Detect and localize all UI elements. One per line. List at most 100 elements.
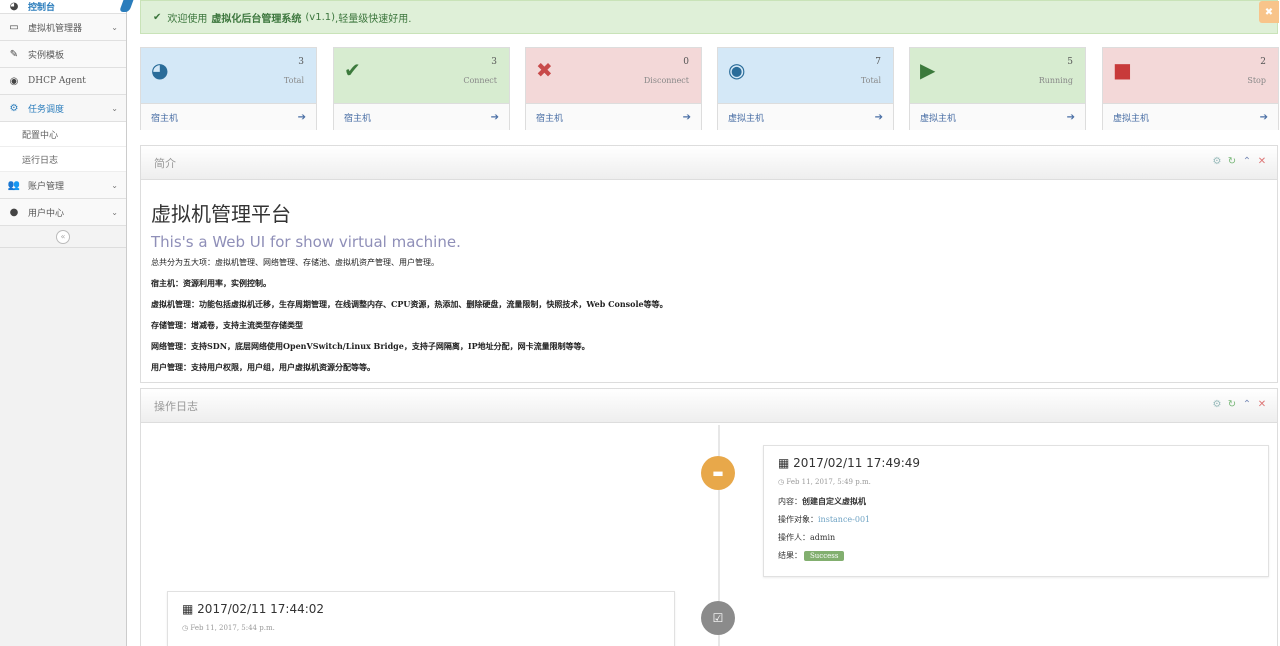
timeline-entry: ▦ 2017/02/11 17:44:02 ◷ Feb 11, 2017, 5:… — [167, 591, 675, 646]
arrow-right-icon: ➔ — [490, 111, 499, 123]
stat-card-body: ✖ 0 Disconnect — [526, 48, 701, 103]
sidebar-subitem-run-log[interactable]: 运行日志 — [0, 147, 126, 172]
clock-icon: ◷ — [182, 624, 189, 632]
chevron-up-icon[interactable]: ⌃ — [1242, 156, 1252, 167]
entry-date: ▦ 2017/02/11 17:44:02 — [182, 602, 325, 616]
panel-header: 简介 ⚙ ↻ ⌃ ✕ — [141, 146, 1277, 180]
play-circle-icon: ▶ — [920, 58, 936, 82]
alert-version: (v1.1) — [305, 11, 336, 23]
dashboard-icon: ◕ — [9, 1, 19, 12]
sidebar-collapse: « — [0, 226, 126, 248]
stat-card-link[interactable]: 宿主机 ➔ — [334, 103, 509, 130]
panel-toolbar: ⚙ ↻ ⌃ ✕ — [1212, 156, 1267, 167]
intro-body: 虚拟机管理平台 This's a Web UI for show virtual… — [141, 180, 1277, 373]
sidebar-item-dashboard[interactable]: ◕ 控制台 — [0, 0, 135, 14]
arrow-right-icon: ➔ — [682, 111, 691, 123]
stat-card-body: ■ 2 Stop — [1103, 48, 1278, 103]
stat-card: ◉ 7 Total 虚拟主机 ➔ — [717, 47, 894, 130]
stat-card-link[interactable]: 宿主机 ➔ — [526, 103, 701, 130]
stat-count: 2 — [1260, 57, 1266, 67]
stat-card: ▶ 5 Running 虚拟主机 ➔ — [909, 47, 1086, 130]
sidebar-item-user-center[interactable]: ● 用户中心 ⌄ — [0, 199, 126, 226]
stat-card-link[interactable]: 宿主机 ➔ — [141, 103, 316, 130]
intro-line: 宿主机：资源利用率，实例控制。 — [151, 278, 271, 288]
chevron-down-icon: ⌄ — [111, 22, 118, 32]
sidebar-item-vm-manager[interactable]: ▭ 虚拟机管理器 ⌄ — [0, 14, 126, 41]
gear-icon[interactable]: ⚙ — [1212, 156, 1222, 167]
panel-header: 操作日志 ⚙ ↻ ⌃ ✕ — [141, 389, 1277, 423]
alert-brand: 虚拟化后台管理系统 — [211, 13, 302, 25]
sidebar-item-label: 实例模板 — [28, 50, 65, 61]
check-square-icon: ☑ — [712, 611, 724, 625]
sidebar-item-label: 控制台 — [28, 3, 56, 13]
active-marker — [119, 0, 135, 12]
stat-link-label: 宿主机 — [536, 113, 564, 124]
stat-card-body: ◉ 7 Total — [718, 48, 893, 103]
chevron-up-icon[interactable]: ⌃ — [1242, 399, 1252, 410]
sidebar-subitem-config-center[interactable]: 配置中心 — [0, 122, 126, 147]
welcome-alert: ✔ 欢迎使用 虚拟化后台管理系统 (v1.1) ,轻量级快速好用. ✖ — [140, 0, 1279, 34]
clock-icon: ◷ — [778, 478, 785, 486]
main-content: ✔ 欢迎使用 虚拟化后台管理系统 (v1.1) ,轻量级快速好用. ✖ ◕ 3 To… — [140, 0, 1280, 646]
sidebar-item-label: 虚拟机管理器 — [28, 23, 83, 34]
dashboard-icon: ◕ — [151, 58, 169, 82]
stat-link-label: 虚拟主机 — [920, 113, 957, 124]
timeline-badge: ▬ — [701, 456, 735, 490]
collapse-sidebar-button[interactable]: « — [56, 229, 70, 244]
panel-title: 简介 — [154, 156, 176, 170]
desktop-icon: ▭ — [9, 21, 19, 33]
target-link[interactable]: instance-001 — [818, 515, 870, 524]
entry-result: 结果： Success — [778, 550, 1254, 561]
intro-title: 虚拟机管理平台 — [151, 202, 291, 226]
check-icon: ✔ — [344, 58, 361, 82]
chevron-down-icon: ⌄ — [111, 207, 118, 217]
stat-card-link[interactable]: 虚拟主机 ➔ — [718, 103, 893, 130]
stat-card: ■ 2 Stop 虚拟主机 ➔ — [1102, 47, 1279, 130]
stat-card-body: ◕ 3 Total — [141, 48, 316, 103]
chevron-down-icon: ⌄ — [111, 180, 118, 190]
stat-card-link[interactable]: 虚拟主机 ➔ — [1103, 103, 1278, 130]
sidebar-item-dhcp-agent[interactable]: ◉ DHCP Agent — [0, 68, 126, 95]
globe-icon: ◉ — [728, 58, 746, 82]
intro-line: 网络管理：支持SDN，底层网络使用OpenVSwitch/Linux Bridg… — [151, 341, 590, 351]
cogs-icon: ⚙ — [9, 102, 19, 114]
intro-panel: 简介 ⚙ ↻ ⌃ ✕ 虚拟机管理平台 This's a Web UI for s… — [140, 145, 1278, 383]
entry-time: ◷ Feb 11, 2017, 5:44 p.m. — [182, 624, 275, 632]
sidebar: ◕ 控制台 ▭ 虚拟机管理器 ⌄ ✎ 实例模板 ◉ DHCP Agent ⚙ 任… — [0, 0, 135, 646]
stat-card: ◕ 3 Total 宿主机 ➔ — [140, 47, 317, 130]
entry-time: ◷ Feb 11, 2017, 5:49 p.m. — [778, 478, 871, 486]
stat-card-link[interactable]: 虚拟主机 ➔ — [910, 103, 1085, 130]
sidebar-item-accounts[interactable]: 👥 账户管理 ⌄ — [0, 172, 126, 199]
panel-title: 操作日志 — [154, 399, 198, 413]
times-icon: ✖ — [536, 58, 553, 82]
intro-line: 存储管理：增减卷，支持主流类型存储类型 — [151, 320, 303, 330]
sidebar-item-templates[interactable]: ✎ 实例模板 — [0, 41, 126, 68]
stat-label: Running — [1038, 76, 1073, 85]
sidebar-subitem-label: 运行日志 — [22, 155, 59, 166]
intro-subtitle: This's a Web UI for show virtual machine… — [151, 233, 461, 251]
gear-icon[interactable]: ⚙ — [1212, 399, 1222, 410]
intro-line: 用户管理：支持用户权限，用户组，用户虚拟机资源分配等等。 — [151, 362, 375, 372]
stat-link-label: 虚拟主机 — [1113, 113, 1150, 124]
arrow-right-icon: ➔ — [1066, 111, 1075, 123]
globe-icon: ◉ — [9, 75, 19, 87]
arrow-right-icon: ➔ — [874, 111, 883, 123]
timeline-badge: ☑ — [701, 601, 735, 635]
check-icon: ✔ — [153, 11, 162, 23]
sidebar-item-task-schedule[interactable]: ⚙ 任务调度 ⌄ — [0, 95, 126, 122]
close-icon[interactable]: ✕ — [1257, 399, 1267, 410]
alert-suffix: ,轻量级快速好用. — [335, 13, 412, 25]
arrow-right-icon: ➔ — [1259, 111, 1268, 123]
close-icon[interactable]: ✕ — [1257, 156, 1267, 167]
refresh-icon[interactable]: ↻ — [1227, 399, 1237, 410]
stat-count: 0 — [683, 57, 689, 67]
stat-count: 3 — [298, 57, 304, 67]
refresh-icon[interactable]: ↻ — [1227, 156, 1237, 167]
sidebar-item-label: DHCP Agent — [28, 76, 86, 86]
arrow-right-icon: ➔ — [297, 111, 306, 123]
oplog-panel: 操作日志 ⚙ ↻ ⌃ ✕ ▬ ▦ 2017/02/11 17:49:49 ◷ F… — [140, 388, 1278, 646]
close-alert-button[interactable]: ✖ — [1259, 1, 1279, 23]
stat-card-body: ✔ 3 Connect — [334, 48, 509, 103]
intro-line: 总共分为五大项：虚拟机管理、网络管理、存储池、虚拟机资产管理、用户管理。 — [151, 258, 439, 267]
stat-link-label: 虚拟主机 — [728, 113, 765, 124]
